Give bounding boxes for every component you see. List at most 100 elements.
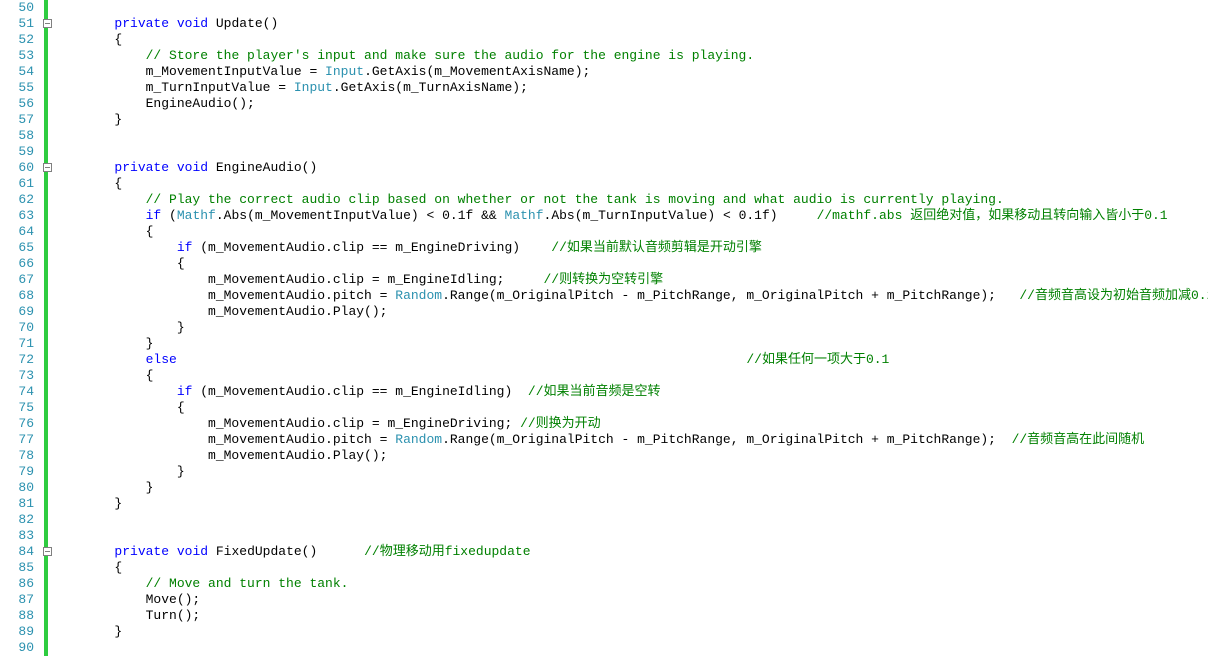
code-line[interactable]: } xyxy=(52,480,1208,496)
comment-token: //如果任何一项大于0.1 xyxy=(746,352,889,367)
line-number: 80 xyxy=(4,480,34,496)
code-line[interactable]: private void EngineAudio() xyxy=(52,160,1208,176)
line-number: 62 xyxy=(4,192,34,208)
text-token: { xyxy=(52,176,122,191)
code-line[interactable]: Turn(); xyxy=(52,608,1208,624)
comment-token: //则转换为空转引擎 xyxy=(543,272,663,287)
keyword-token: void xyxy=(177,16,208,31)
line-number: 51 xyxy=(4,16,34,32)
line-number: 68 xyxy=(4,288,34,304)
text-token xyxy=(52,384,177,399)
line-number: 73 xyxy=(4,368,34,384)
code-line[interactable]: if (m_MovementAudio.clip == m_EngineIdli… xyxy=(52,384,1208,400)
line-number: 81 xyxy=(4,496,34,512)
code-line[interactable]: m_MovementAudio.clip = m_EngineDriving; … xyxy=(52,416,1208,432)
code-line[interactable]: m_MovementAudio.clip = m_EngineIdling; /… xyxy=(52,272,1208,288)
comment-token: //如果当前音频是空转 xyxy=(528,384,661,399)
code-line[interactable]: { xyxy=(52,368,1208,384)
code-line[interactable]: { xyxy=(52,256,1208,272)
text-token: m_MovementAudio.clip = m_EngineIdling; xyxy=(52,272,543,287)
code-line[interactable]: // Store the player's input and make sur… xyxy=(52,48,1208,64)
text-token xyxy=(52,576,146,591)
text-token: { xyxy=(52,256,185,271)
code-editor[interactable]: 5051525354555657585960616263646566676869… xyxy=(0,0,1208,656)
line-number: 86 xyxy=(4,576,34,592)
text-token: } xyxy=(52,496,122,511)
line-number: 70 xyxy=(4,320,34,336)
code-line[interactable]: m_MovementAudio.Play(); xyxy=(52,448,1208,464)
text-token: m_MovementAudio.Play(); xyxy=(52,448,387,463)
text-token: { xyxy=(52,368,153,383)
code-line[interactable]: { xyxy=(52,32,1208,48)
line-number: 76 xyxy=(4,416,34,432)
code-line[interactable]: } xyxy=(52,112,1208,128)
line-number: 87 xyxy=(4,592,34,608)
code-line[interactable]: } xyxy=(52,320,1208,336)
code-line[interactable]: m_MovementAudio.pitch = Random.Range(m_O… xyxy=(52,288,1208,304)
keyword-token: if xyxy=(146,208,162,223)
text-token: EngineAudio() xyxy=(208,160,317,175)
code-line[interactable]: } xyxy=(52,624,1208,640)
code-line[interactable]: EngineAudio(); xyxy=(52,96,1208,112)
code-line[interactable]: m_MovementAudio.Play(); xyxy=(52,304,1208,320)
text-token: } xyxy=(52,336,153,351)
text-token: } xyxy=(52,480,153,495)
code-line[interactable]: { xyxy=(52,560,1208,576)
comment-token: //如果当前默认音频剪辑是开动引擎 xyxy=(551,240,762,255)
line-number: 78 xyxy=(4,448,34,464)
code-line[interactable]: if (Mathf.Abs(m_MovementInputValue) < 0.… xyxy=(52,208,1208,224)
code-line[interactable]: } xyxy=(52,336,1208,352)
text-token xyxy=(52,544,114,559)
keyword-token: void xyxy=(177,160,208,175)
text-token xyxy=(169,160,177,175)
line-number: 52 xyxy=(4,32,34,48)
fold-toggle-icon[interactable] xyxy=(43,547,52,556)
code-line[interactable] xyxy=(52,128,1208,144)
keyword-token: private xyxy=(114,544,169,559)
code-line[interactable] xyxy=(52,528,1208,544)
code-line[interactable]: // Move and turn the tank. xyxy=(52,576,1208,592)
text-token: ( xyxy=(161,208,177,223)
code-line[interactable]: { xyxy=(52,176,1208,192)
keyword-token: if xyxy=(177,384,193,399)
code-line[interactable]: { xyxy=(52,400,1208,416)
line-number: 82 xyxy=(4,512,34,528)
type-token: Random xyxy=(395,288,442,303)
text-token: Update() xyxy=(208,16,278,31)
code-line[interactable]: m_MovementInputValue = Input.GetAxis(m_M… xyxy=(52,64,1208,80)
code-line[interactable] xyxy=(52,640,1208,656)
code-line[interactable]: private void Update() xyxy=(52,16,1208,32)
code-line[interactable]: m_TurnInputValue = Input.GetAxis(m_TurnA… xyxy=(52,80,1208,96)
text-token: EngineAudio(); xyxy=(52,96,255,111)
line-number: 53 xyxy=(4,48,34,64)
code-line[interactable]: m_MovementAudio.pitch = Random.Range(m_O… xyxy=(52,432,1208,448)
code-line[interactable]: Move(); xyxy=(52,592,1208,608)
line-number: 71 xyxy=(4,336,34,352)
code-line[interactable]: // Play the correct audio clip based on … xyxy=(52,192,1208,208)
line-number: 58 xyxy=(4,128,34,144)
fold-toggle-icon[interactable] xyxy=(43,19,52,28)
text-token: FixedUpdate() xyxy=(208,544,364,559)
code-line[interactable]: private void FixedUpdate() //物理移动用fixedu… xyxy=(52,544,1208,560)
text-token: } xyxy=(52,112,122,127)
text-token: .Range(m_OriginalPitch - m_PitchRange, m… xyxy=(442,288,1019,303)
code-line[interactable]: else //如果任何一项大于0.1 xyxy=(52,352,1208,368)
line-number: 67 xyxy=(4,272,34,288)
code-line[interactable] xyxy=(52,0,1208,16)
keyword-token: else xyxy=(146,352,177,367)
line-number: 90 xyxy=(4,640,34,656)
keyword-token: private xyxy=(114,16,169,31)
line-number: 83 xyxy=(4,528,34,544)
fold-toggle-icon[interactable] xyxy=(43,163,52,172)
code-line[interactable]: { xyxy=(52,224,1208,240)
code-line[interactable]: if (m_MovementAudio.clip == m_EngineDriv… xyxy=(52,240,1208,256)
code-line[interactable] xyxy=(52,512,1208,528)
text-token: m_MovementAudio.Play(); xyxy=(52,304,387,319)
code-area[interactable]: private void Update() { // Store the pla… xyxy=(48,0,1208,656)
code-line[interactable] xyxy=(52,144,1208,160)
keyword-token: private xyxy=(114,160,169,175)
line-number: 61 xyxy=(4,176,34,192)
text-token: .GetAxis(m_TurnAxisName); xyxy=(333,80,528,95)
code-line[interactable]: } xyxy=(52,496,1208,512)
code-line[interactable]: } xyxy=(52,464,1208,480)
